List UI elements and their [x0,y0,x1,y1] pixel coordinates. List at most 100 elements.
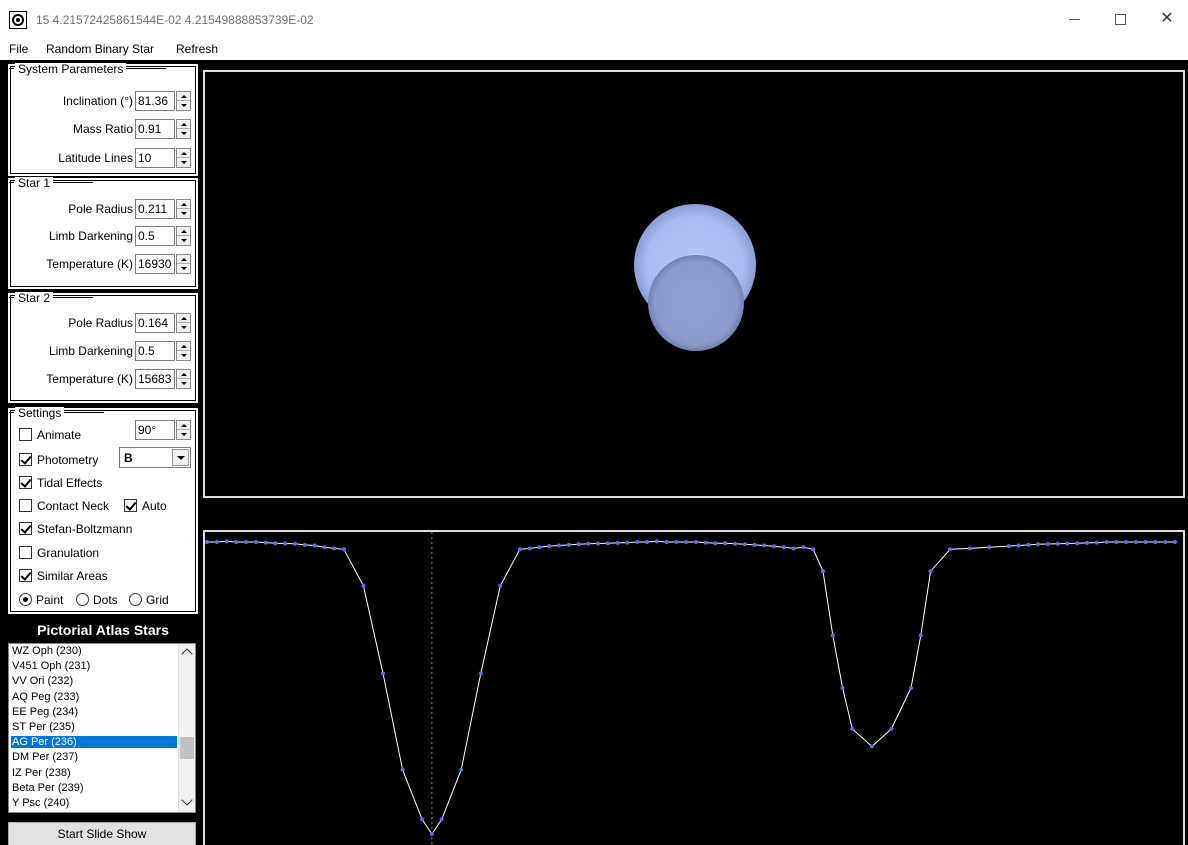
atlas-list-item[interactable]: VV Ori (232) [11,675,177,687]
star2-limb-input[interactable]: 0.5 [135,341,175,361]
tidal-effects-checkbox[interactable] [19,476,32,489]
spin-down-icon[interactable] [177,101,190,110]
spin-down-icon[interactable] [177,264,190,273]
angle-spinner[interactable] [176,420,191,440]
spin-up-icon[interactable] [177,421,190,430]
inclination-spinner[interactable] [176,91,191,111]
star2-pole-radius-input[interactable]: 0.164 [135,313,175,333]
light-curve-point [253,540,258,544]
start-slide-show-button[interactable]: Start Slide Show [8,822,196,845]
spin-down-icon[interactable] [177,430,190,439]
spin-up-icon[interactable] [177,120,190,129]
spin-down-icon[interactable] [177,379,190,388]
spin-up-icon[interactable] [177,370,190,379]
limb-darkening-label: Limb Darkening [48,344,133,358]
star2-pole-radius-spinner[interactable] [176,313,191,333]
atlas-list-item[interactable]: DM Per (237) [11,751,177,763]
stefan-boltzmann-checkbox[interactable] [19,522,32,535]
atlas-list-item[interactable]: IZ Per (238) [11,767,177,779]
contact-neck-checkbox[interactable] [19,499,32,512]
similar-areas-checkbox[interactable] [19,569,32,582]
scroll-thumb[interactable] [180,737,194,759]
atlas-list-item[interactable]: Beta Per (239) [11,782,177,794]
light-curve-point [459,767,464,772]
spin-up-icon[interactable] [177,200,190,209]
star2-temp-input[interactable]: 15683 [135,369,175,389]
inclination-input[interactable]: 81.36 [135,91,175,111]
scroll-up-icon[interactable] [181,648,193,660]
star1-temp-input[interactable]: 16930 [135,254,175,274]
mass-ratio-spinner[interactable] [176,119,191,139]
light-curve-point [811,547,816,552]
photometry-checkbox[interactable] [19,453,32,466]
menu-refresh[interactable]: Refresh [176,42,218,56]
light-curve-point [1163,540,1168,544]
star1-limb-input[interactable]: 0.5 [135,226,175,246]
angle-input[interactable]: 90° [135,420,175,440]
tidal-checkbox-row[interactable]: Tidal Effects [19,474,169,492]
atlas-scrollbar[interactable] [178,644,195,812]
spin-up-icon[interactable] [177,149,190,158]
spin-up-icon[interactable] [177,92,190,101]
spin-down-icon[interactable] [177,158,190,167]
star2-limb-spinner[interactable] [176,341,191,361]
light-curve-pane[interactable] [203,530,1185,845]
maximize-button[interactable] [1098,0,1144,38]
auto-checkbox-row[interactable]: Auto [124,497,184,515]
spin-up-icon[interactable] [177,314,190,323]
binary-star-render [634,204,756,351]
light-curve-point [517,547,522,552]
light-curve-point [781,545,786,550]
atlas-list-item[interactable]: Y Psc (240) [11,797,177,809]
light-curve-point [361,583,366,588]
star1-pole-radius-spinner[interactable] [176,199,191,219]
mass-ratio-input[interactable]: 0.91 [135,119,175,139]
granulation-checkbox-row[interactable]: Granulation [19,544,169,562]
filter-select[interactable]: B [119,447,191,468]
light-curve-point [674,540,679,544]
photometry-checkbox-row[interactable]: Photometry [19,451,119,469]
star-render-pane[interactable] [203,70,1185,498]
spin-down-icon[interactable] [177,209,190,218]
atlas-list-item[interactable]: AQ Peg (233) [11,691,177,703]
minimize-button[interactable] [1052,0,1098,38]
atlas-list-item[interactable]: ST Per (235) [11,721,177,733]
dots-radio[interactable] [76,593,89,606]
atlas-list-item[interactable]: EE Peg (234) [11,706,177,718]
star1-limb-spinner[interactable] [176,226,191,246]
chevron-down-icon[interactable] [172,449,189,466]
close-button[interactable]: ✕ [1144,0,1188,38]
spin-down-icon[interactable] [177,351,190,360]
spin-up-icon[interactable] [177,255,190,264]
light-curve-point [654,539,659,544]
spin-up-icon[interactable] [177,227,190,236]
star1-temp-spinner[interactable] [176,254,191,274]
menu-random-binary-star[interactable]: Random Binary Star [46,42,154,56]
spin-down-icon[interactable] [177,236,190,245]
latitude-lines-spinner[interactable] [176,148,191,168]
granulation-checkbox[interactable] [19,546,32,559]
spin-down-icon[interactable] [177,323,190,332]
latitude-lines-input[interactable]: 10 [135,148,175,168]
light-curve-point [635,540,640,544]
similar-areas-checkbox-row[interactable]: Similar Areas [19,567,169,585]
contact-neck-checkbox-row[interactable]: Contact Neck [19,497,119,515]
auto-checkbox[interactable] [124,499,137,512]
atlas-list-item[interactable]: WZ Oph (230) [11,645,177,657]
spin-up-icon[interactable] [177,342,190,351]
light-curve-point [742,542,747,547]
star1-pole-radius-input[interactable]: 0.211 [135,199,175,219]
grid-radio[interactable] [129,593,142,606]
atlas-list-item[interactable]: AG Per (236) [11,736,177,749]
spin-down-icon[interactable] [177,129,190,138]
scroll-down-icon[interactable] [181,794,193,806]
star2-temp-spinner[interactable] [176,369,191,389]
light-curve-point [1104,540,1109,544]
atlas-list-item[interactable]: V451 Oph (231) [11,660,177,672]
atlas-listbox[interactable]: WZ Oph (230) V451 Oph (231) VV Ori (232) AQ… [8,643,196,813]
stefan-boltzmann-checkbox-row[interactable]: Stefan-Boltzmann [19,520,189,538]
menu-file[interactable]: File [9,42,28,56]
paint-radio[interactable] [19,593,32,606]
latitude-lines-label: Latitude Lines [58,151,133,165]
menu-bar: File Random Binary Star Refresh [0,40,1188,60]
